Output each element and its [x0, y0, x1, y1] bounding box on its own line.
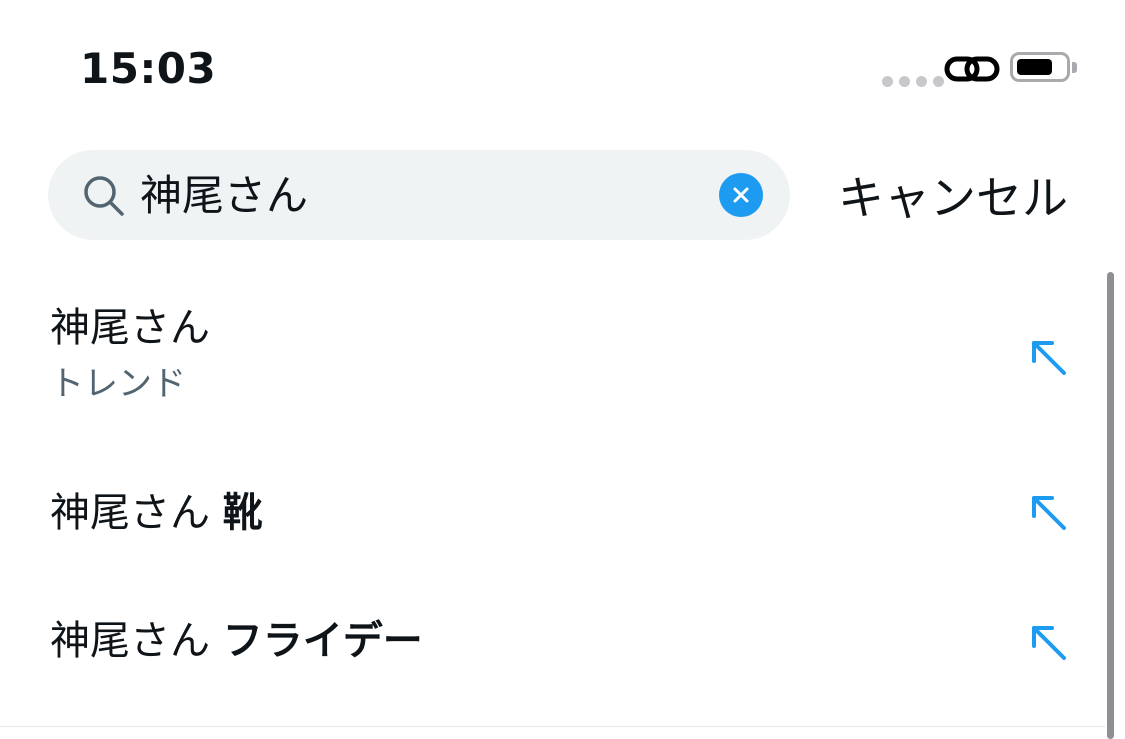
signal-strength-icon	[882, 76, 944, 87]
suggestion-subtitle: トレンド	[50, 364, 186, 404]
clear-icon	[733, 187, 749, 203]
arrow-up-left-icon[interactable]	[1026, 490, 1070, 534]
battery-cap	[1072, 62, 1077, 73]
suggestion-query: 神尾さん	[50, 618, 210, 664]
battery-level	[1017, 59, 1052, 75]
suggestion-completion: フライデー	[222, 618, 423, 664]
suggestion-item[interactable]: 神尾さん	[50, 302, 210, 354]
suggestion-query: 神尾さん	[50, 490, 210, 536]
search-icon	[84, 176, 124, 216]
suggestion-item[interactable]: 神尾さん 靴	[50, 487, 263, 539]
search-input[interactable]: 神尾さん	[140, 168, 308, 224]
suggestion-completion: 靴	[222, 490, 263, 536]
scrollbar[interactable]	[1107, 272, 1114, 739]
divider	[0, 726, 1105, 727]
suggestion-query: 神尾さん	[50, 305, 210, 351]
battery-icon	[1010, 52, 1070, 82]
status-time: 15:03	[80, 44, 217, 93]
arrow-up-left-icon[interactable]	[1026, 335, 1070, 379]
arrow-up-left-icon[interactable]	[1026, 620, 1070, 664]
cancel-button[interactable]: キャンセル	[838, 168, 1068, 228]
clear-search-button[interactable]	[719, 173, 763, 217]
link-icon	[944, 56, 1000, 82]
suggestion-item[interactable]: 神尾さん フライデー	[50, 615, 423, 667]
